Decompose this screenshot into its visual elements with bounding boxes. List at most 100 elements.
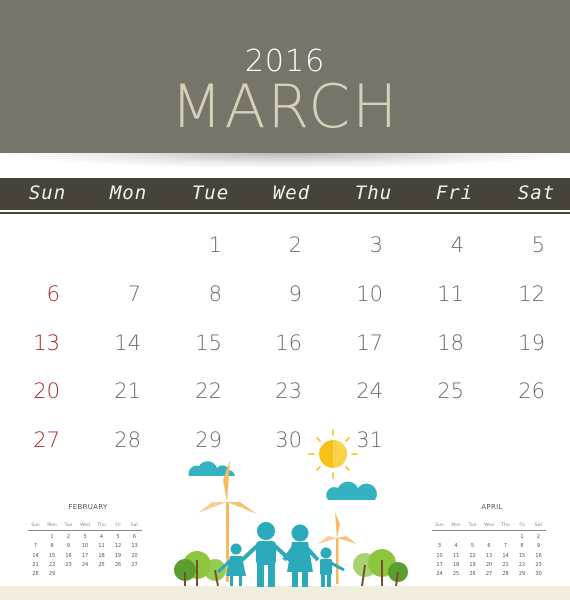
month-title: MARCH xyxy=(170,72,400,142)
mini-day-cell: 26 xyxy=(469,571,476,578)
mini-day-cell: 25 xyxy=(98,561,105,568)
day-cell[interactable]: 1 xyxy=(162,233,222,257)
mini-calendar-february: FEBRUARY Sun Mon Tue Wed Thu Fri Sat 1 2 3 4 5 6 7 8 9 10… xyxy=(28,503,148,583)
mini-day-cell: 3 xyxy=(437,543,442,550)
mini-weekday: Sun xyxy=(31,523,40,528)
mini-day-cell: 14 xyxy=(502,552,509,559)
day-cell[interactable]: 5 xyxy=(485,233,545,257)
mini-day-cell: 24 xyxy=(436,571,443,578)
mini-day-cell: 8 xyxy=(520,543,524,550)
mini-day-cell: 6 xyxy=(132,534,137,540)
day-cell[interactable]: 15 xyxy=(162,331,222,355)
day-cell[interactable]: 16 xyxy=(242,331,302,355)
mini-weekday: Sat xyxy=(534,523,543,528)
mini-day-cell: 1 xyxy=(50,534,54,540)
mini-day-cell: 28 xyxy=(502,571,509,578)
day-cell[interactable]: 25 xyxy=(404,379,464,403)
mini-day-cell: 16 xyxy=(535,552,542,559)
mini-day-cell: 9 xyxy=(536,543,541,550)
mini-weekday: Thu xyxy=(501,523,510,528)
mini-day-cell: 11 xyxy=(98,543,105,550)
day-cell[interactable]: 24 xyxy=(323,379,383,403)
day-cell[interactable]: 7 xyxy=(81,282,141,306)
day-cell[interactable]: 6 xyxy=(0,282,60,306)
mini-day-cell: 11 xyxy=(452,552,460,559)
mini-day-cell: 8 xyxy=(50,543,54,550)
mini-weekday: Sat xyxy=(130,523,139,528)
mini-day-cell: 22 xyxy=(518,561,526,568)
day-cell[interactable]: 12 xyxy=(485,282,545,306)
mini-day-cell: 29 xyxy=(48,571,56,578)
day-cell[interactable]: 9 xyxy=(242,282,302,306)
weekday-wed: Wed xyxy=(272,182,311,204)
day-cell[interactable]: 27 xyxy=(0,428,60,452)
mini-day-cell: 22 xyxy=(48,561,56,568)
day-cell[interactable]: 22 xyxy=(162,379,222,403)
mini-day-cell: 12 xyxy=(114,543,122,550)
header-shadow xyxy=(0,153,570,169)
mini-day-cell: 4 xyxy=(99,534,104,540)
mini-day-cell: 10 xyxy=(436,552,443,559)
mini-day-cell: 4 xyxy=(454,543,458,550)
mini-weekday: Wed xyxy=(484,523,494,528)
mini-day-cell: 26 xyxy=(114,561,122,568)
tree-icon xyxy=(174,551,226,587)
day-cell[interactable]: 28 xyxy=(81,428,141,452)
mini-weekday: Mon xyxy=(451,523,461,528)
day-cell[interactable]: 13 xyxy=(0,331,60,355)
mini-day-cell: 2 xyxy=(66,534,71,540)
day-cell[interactable]: 19 xyxy=(485,331,545,355)
mini-weekday: Wed xyxy=(80,523,90,528)
mini-day-cell: 6 xyxy=(487,543,491,550)
day-cell[interactable]: 3 xyxy=(323,233,383,257)
family-illustration xyxy=(174,429,408,587)
mini-day-cell: 15 xyxy=(48,552,56,559)
day-cell[interactable]: 20 xyxy=(0,379,60,403)
mini-day-cell: 2 xyxy=(536,534,541,540)
day-cell[interactable]: 21 xyxy=(81,379,141,403)
mini-day-cell: 12 xyxy=(469,552,476,559)
day-cell[interactable]: 8 xyxy=(162,282,222,306)
day-cell[interactable]: 4 xyxy=(404,233,464,257)
mini-day-cell: 20 xyxy=(131,552,138,559)
weekday-sat: Sat xyxy=(517,182,556,204)
weekday-tue: Tue xyxy=(191,182,230,204)
mini-day-cell: 21 xyxy=(32,561,39,568)
mini-day-cell: 17 xyxy=(436,561,443,568)
day-cell[interactable]: 10 xyxy=(323,282,383,306)
day-cell[interactable]: 18 xyxy=(404,331,464,355)
mini-day-cell: 20 xyxy=(485,561,493,568)
mini-day-cell: 1 xyxy=(520,534,524,540)
cloud-icon xyxy=(326,481,377,500)
mini-calendar-rule xyxy=(432,530,546,531)
mini-weekday: Tue xyxy=(64,523,73,528)
mini-day-cell: 14 xyxy=(32,552,39,559)
mini-calendar-april: APRIL Sun Mon Tue Wed Thu Fri Sat 1 2 3 4 5 6 7 8 9 10 11 1… xyxy=(432,503,552,583)
mini-day-cell: 5 xyxy=(116,534,120,540)
mini-day-cell: 19 xyxy=(114,552,122,559)
mini-weekday: Mon xyxy=(47,523,57,528)
ground-strip xyxy=(0,586,570,600)
mini-day-cell: 13 xyxy=(485,552,493,559)
day-cell[interactable]: 2 xyxy=(242,233,302,257)
mini-weekday: Thu xyxy=(97,523,106,528)
mini-day-cell: 7 xyxy=(33,543,38,550)
day-cell[interactable]: 17 xyxy=(323,331,383,355)
day-cell[interactable]: 23 xyxy=(242,379,302,403)
mini-day-cell: 19 xyxy=(469,561,476,568)
mini-day-cell: 25 xyxy=(452,571,460,578)
weekday-thu: Thu xyxy=(354,182,393,204)
day-cell[interactable]: 14 xyxy=(81,331,141,355)
mini-day-cell: 27 xyxy=(485,571,493,578)
mini-day-cell: 15 xyxy=(518,552,526,559)
day-cell[interactable]: 11 xyxy=(404,282,464,306)
mini-day-cell: 28 xyxy=(32,571,39,578)
mini-calendar-rule xyxy=(28,530,142,531)
mini-day-cell: 5 xyxy=(470,543,475,550)
tree-icon xyxy=(353,549,408,587)
mini-day-cell: 17 xyxy=(81,552,89,559)
mini-day-cell: 16 xyxy=(65,552,72,559)
mini-weekday: Sun xyxy=(435,523,444,528)
day-cell[interactable]: 26 xyxy=(485,379,545,403)
mini-day-cell: 24 xyxy=(81,561,89,568)
